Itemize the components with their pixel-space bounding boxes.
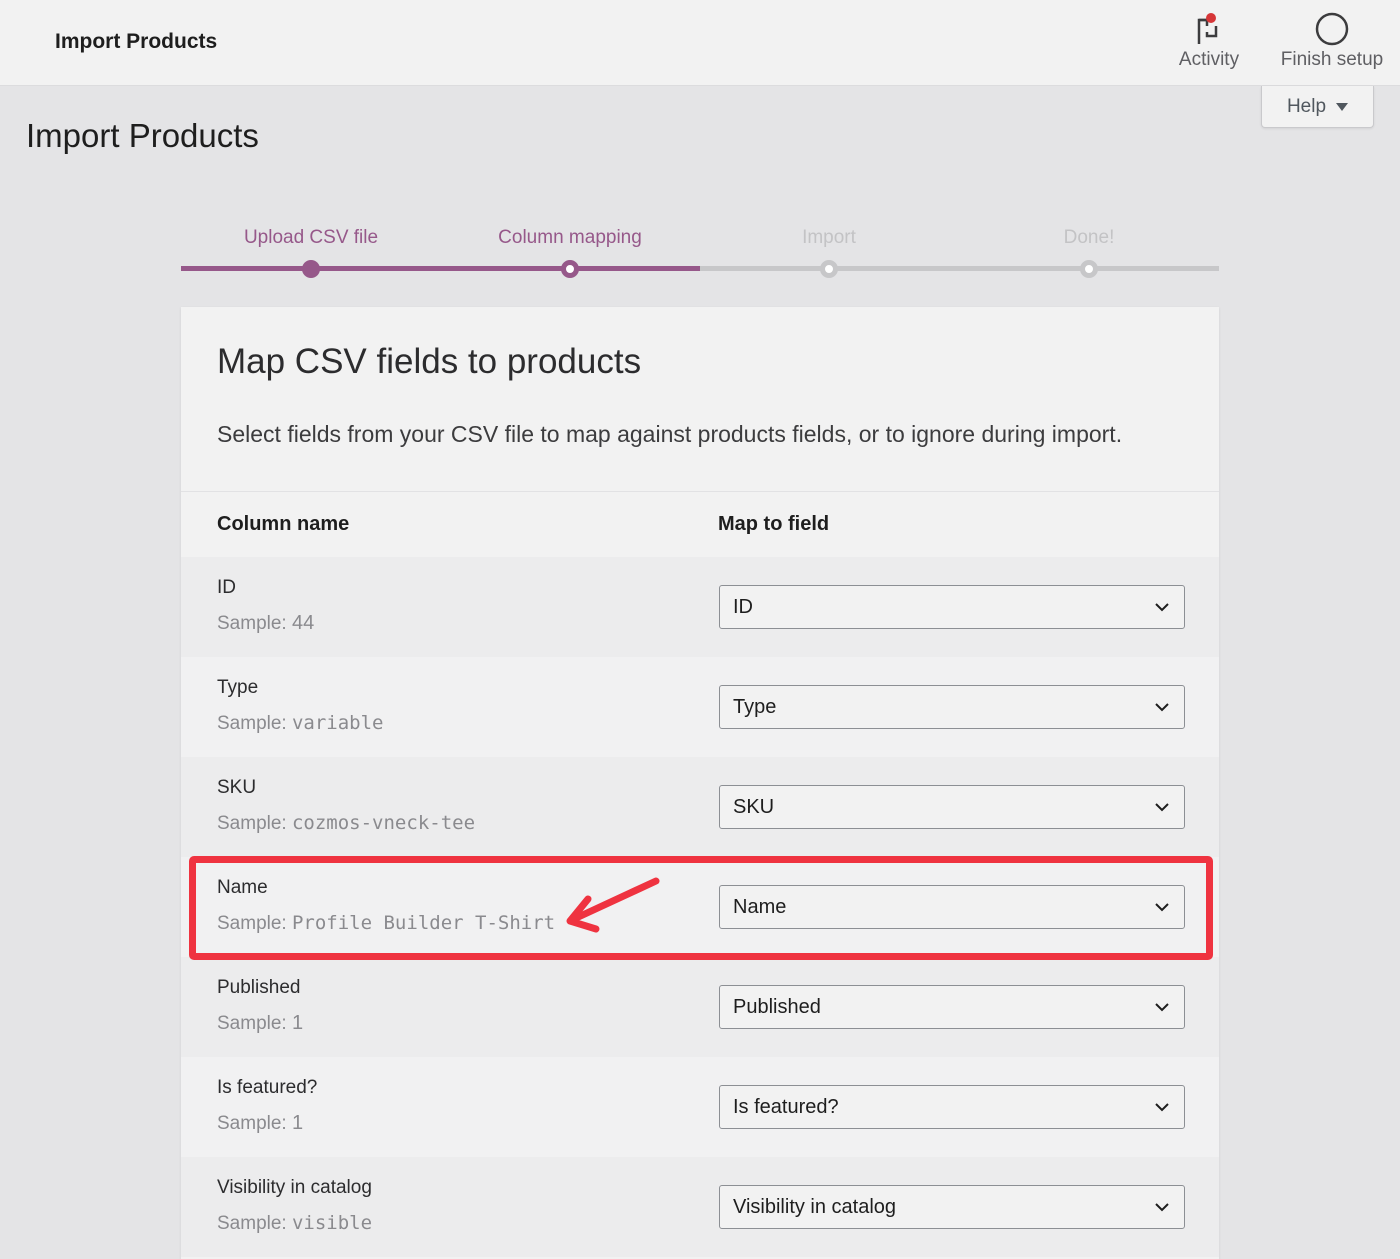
step-upload-csv: Upload CSV file: [181, 220, 441, 278]
column-name: SKU: [217, 777, 257, 798]
map-to-field-header: Map to field: [718, 513, 830, 535]
stepper-track-pending: [700, 266, 1219, 271]
map-field-select[interactable]: Type: [719, 685, 1185, 729]
column-sample: Sample: 44: [217, 612, 314, 635]
sample-prefix: Sample:: [217, 813, 287, 834]
sample-value: 1: [291, 1112, 304, 1134]
map-field-select[interactable]: Published: [719, 985, 1185, 1029]
activity-label: Activity: [1178, 49, 1240, 70]
step-label: Upload CSV file: [243, 227, 379, 248]
activity-button[interactable]: Activity: [1172, 10, 1246, 71]
chevron-down-icon: [1155, 803, 1169, 812]
sample-prefix: Sample:: [217, 713, 287, 734]
column-name: Name: [217, 877, 268, 898]
step-dot: [820, 260, 838, 278]
sample-value: visible: [291, 1212, 373, 1234]
caret-down-icon: [1336, 102, 1349, 111]
finish-setup-button[interactable]: Finish setup: [1276, 10, 1388, 71]
sample-value: 1: [291, 1012, 304, 1034]
chevron-down-icon: [1155, 603, 1169, 612]
table-header: Column name Map to field: [181, 493, 1219, 557]
page-title: Import Products: [26, 117, 259, 154]
chevron-down-icon: [1155, 1003, 1169, 1012]
column-name: ID: [217, 577, 236, 598]
table-row: Visibility in catalog Sample: visible Vi…: [181, 1157, 1219, 1257]
map-field-select[interactable]: ID: [719, 585, 1185, 629]
step-label: Import: [802, 227, 856, 248]
sample-prefix: Sample:: [217, 913, 287, 934]
column-sample: Sample: 1: [217, 1112, 303, 1135]
column-name: Type: [217, 677, 259, 698]
table-row: SKU Sample: cozmos-vneck-tee SKU: [181, 757, 1219, 857]
topbar-title: Import Products: [55, 30, 218, 53]
flag-icon: [1189, 10, 1229, 48]
progress-stepper: Upload CSV file Column mapping Import Do…: [181, 220, 1219, 280]
step-column-mapping: Column mapping: [440, 220, 700, 278]
selected-field: Is featured?: [733, 1095, 839, 1118]
card-title: Map CSV fields to products: [217, 342, 642, 381]
stepper-track-done: [181, 266, 700, 271]
column-name: Published: [217, 977, 301, 998]
top-bar: Import Products Activity Finish setup: [0, 0, 1400, 86]
help-button[interactable]: Help: [1261, 86, 1374, 128]
column-name: Is featured?: [217, 1077, 318, 1098]
step-label: Done!: [1063, 227, 1115, 248]
step-dot: [561, 260, 579, 278]
column-sample: Sample: 1: [217, 1012, 303, 1035]
sample-value: 44: [291, 612, 315, 634]
column-name-header: Column name: [217, 513, 350, 535]
sample-prefix: Sample:: [217, 613, 287, 634]
sample-value: cozmos-vneck-tee: [291, 812, 476, 834]
column-sample: Sample: variable: [217, 712, 384, 735]
mapping-card: Map CSV fields to products Select fields…: [181, 307, 1219, 1259]
notification-dot: [1206, 13, 1216, 23]
map-field-select[interactable]: Name: [719, 885, 1185, 929]
table-row: Published Sample: 1 Published: [181, 957, 1219, 1057]
step-import: Import: [699, 220, 959, 278]
sample-value: Profile Builder T-Shirt: [291, 912, 556, 934]
sample-prefix: Sample:: [217, 1213, 287, 1234]
table-row: Is featured? Sample: 1 Is featured?: [181, 1057, 1219, 1157]
table-row: Name Sample: Profile Builder T-Shirt Nam…: [181, 857, 1219, 957]
column-sample: Sample: visible: [217, 1212, 372, 1235]
chevron-down-icon: [1155, 1103, 1169, 1112]
selected-field: Visibility in catalog: [733, 1195, 897, 1218]
map-field-select[interactable]: SKU: [719, 785, 1185, 829]
column-sample: Sample: cozmos-vneck-tee: [217, 812, 475, 835]
chevron-down-icon: [1155, 903, 1169, 912]
column-name: Visibility in catalog: [217, 1177, 372, 1198]
selected-field: Type: [733, 695, 777, 718]
sample-prefix: Sample:: [217, 1113, 287, 1134]
step-dot: [1080, 260, 1098, 278]
mapping-table-body: ID Sample: 44 ID Type Sample: variable T…: [181, 557, 1219, 1257]
selected-field: ID: [733, 595, 753, 618]
map-field-select[interactable]: Visibility in catalog: [719, 1185, 1185, 1229]
table-row: ID Sample: 44 ID: [181, 557, 1219, 657]
circle-icon: [1312, 10, 1352, 48]
sample-prefix: Sample:: [217, 1013, 287, 1034]
card-header: Map CSV fields to products Select fields…: [181, 307, 1219, 492]
selected-field: Name: [733, 895, 787, 918]
card-description: Select fields from your CSV file to map …: [217, 421, 1123, 447]
step-done: Done!: [959, 220, 1219, 278]
table-row: Type Sample: variable Type: [181, 657, 1219, 757]
chevron-down-icon: [1155, 703, 1169, 712]
sample-value: variable: [291, 712, 384, 734]
selected-field: Published: [733, 995, 821, 1018]
step-label: Column mapping: [498, 227, 642, 248]
help-label: Help: [1286, 95, 1327, 117]
map-field-select[interactable]: Is featured?: [719, 1085, 1185, 1129]
finish-setup-label: Finish setup: [1280, 49, 1384, 70]
selected-field: SKU: [733, 795, 775, 818]
step-dot: [302, 260, 320, 278]
chevron-down-icon: [1155, 1203, 1169, 1212]
column-sample: Sample: Profile Builder T-Shirt: [217, 912, 555, 935]
